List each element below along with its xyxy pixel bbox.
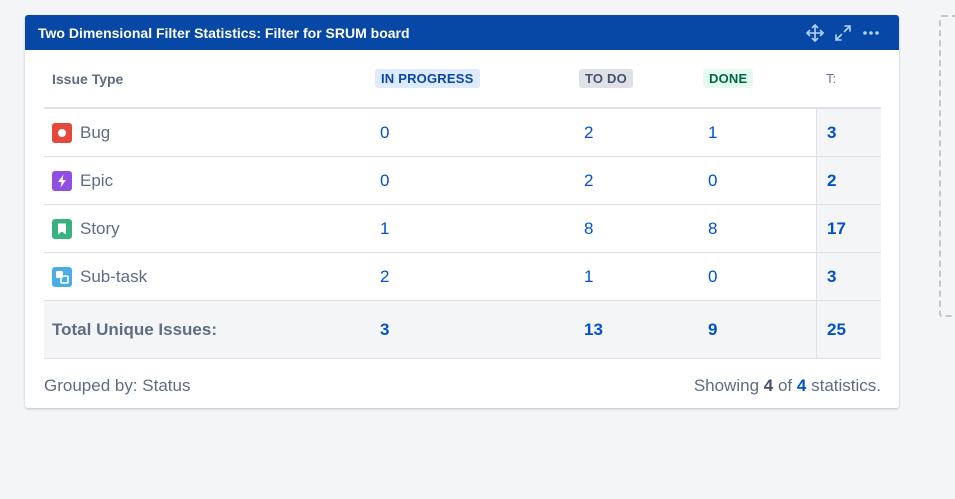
total-count-link[interactable]: 13 (584, 320, 603, 339)
gadget-header: Two Dimensional Filter Statistics: Filte… (25, 15, 899, 50)
grouped-by-text: Grouped by: Status (44, 376, 191, 395)
two-dimensional-filter-gadget: Two Dimensional Filter Statistics: Filte… (25, 15, 899, 408)
showing-suffix: statistics. (811, 376, 881, 395)
count-link[interactable]: 8 (584, 219, 593, 238)
gadget-header-actions (805, 15, 881, 50)
table-row: Bug 0 2 1 3 (44, 109, 881, 157)
total-unique-issues-label: Total Unique Issues: (52, 319, 217, 339)
issue-type-label[interactable]: Story (80, 219, 120, 239)
count-link[interactable]: 0 (380, 171, 389, 190)
count-link[interactable]: 2 (584, 171, 593, 190)
column-header-issue-type[interactable]: Issue Type (52, 71, 123, 87)
count-link[interactable]: 0 (708, 267, 717, 286)
more-icon[interactable] (861, 23, 881, 43)
empty-gadget-dropzone (939, 15, 955, 317)
status-lozenge-in-progress: IN PROGRESS (375, 69, 480, 88)
totals-label-cell: Total Unique Issues: (44, 320, 380, 340)
header-cell-issue-type: Issue Type (44, 71, 380, 87)
table-row: Story 1 8 8 17 (44, 205, 881, 253)
issue-type-cell: Bug (44, 122, 380, 143)
grand-total-link[interactable]: 25 (827, 320, 846, 340)
row-total-link[interactable]: 2 (827, 171, 836, 191)
header-cell-done: DONE (703, 69, 816, 88)
expand-icon[interactable] (833, 23, 853, 43)
issue-type-cell: Story (44, 218, 380, 239)
header-cell-to-do: TO DO (579, 69, 708, 88)
move-icon[interactable] (805, 23, 825, 43)
count-link[interactable]: 8 (708, 219, 717, 238)
issue-type-label[interactable]: Epic (80, 171, 113, 191)
row-total-link[interactable]: 17 (827, 219, 846, 239)
table-header-row: Issue Type IN PROGRESS TO DO DONE T: (44, 50, 881, 109)
bug-icon (52, 122, 72, 143)
totals-row: Total Unique Issues: 3 13 9 25 (44, 301, 881, 359)
showing-count: 4 (763, 376, 774, 395)
count-link[interactable]: 2 (584, 123, 593, 142)
count-link[interactable]: 1 (708, 123, 717, 142)
column-header-total: T: (826, 71, 837, 86)
story-icon (52, 218, 72, 239)
gadget-footer: Grouped by: Status Showing 4 of 4 statis… (44, 371, 881, 401)
row-total-link[interactable]: 3 (827, 267, 836, 287)
row-total-link[interactable]: 3 (827, 123, 836, 143)
count-link[interactable]: 2 (380, 267, 389, 286)
epic-icon (52, 170, 72, 191)
count-link[interactable]: 0 (380, 123, 389, 142)
showing-prefix: Showing (693, 376, 760, 395)
showing-of: of (777, 376, 793, 395)
count-link[interactable]: 1 (380, 219, 389, 238)
gadget-title: Two Dimensional Filter Statistics: Filte… (38, 24, 410, 41)
total-count-link[interactable]: 9 (708, 320, 717, 339)
count-link[interactable]: 0 (708, 171, 717, 190)
total-count-link[interactable]: 3 (380, 320, 389, 339)
issue-type-label[interactable]: Sub-task (80, 267, 147, 287)
header-cell-total: T: (816, 50, 881, 107)
table-row: Epic 0 2 0 2 (44, 157, 881, 205)
issue-type-cell: Sub-task (44, 266, 380, 287)
header-cell-in-progress: IN PROGRESS (375, 69, 584, 88)
issue-type-cell: Epic (44, 170, 380, 191)
status-lozenge-to-do: TO DO (579, 69, 633, 88)
count-link[interactable]: 1 (584, 267, 593, 286)
subtask-icon (52, 266, 72, 287)
status-lozenge-done: DONE (703, 69, 754, 88)
statistics-table: Issue Type IN PROGRESS TO DO DONE T: Bug (44, 50, 881, 359)
showing-total-link[interactable]: 4 (797, 376, 806, 395)
showing-statistics-text: Showing 4 of 4 statistics. (694, 376, 881, 396)
issue-type-label[interactable]: Bug (80, 123, 110, 143)
table-row: Sub-task 2 1 0 3 (44, 253, 881, 301)
